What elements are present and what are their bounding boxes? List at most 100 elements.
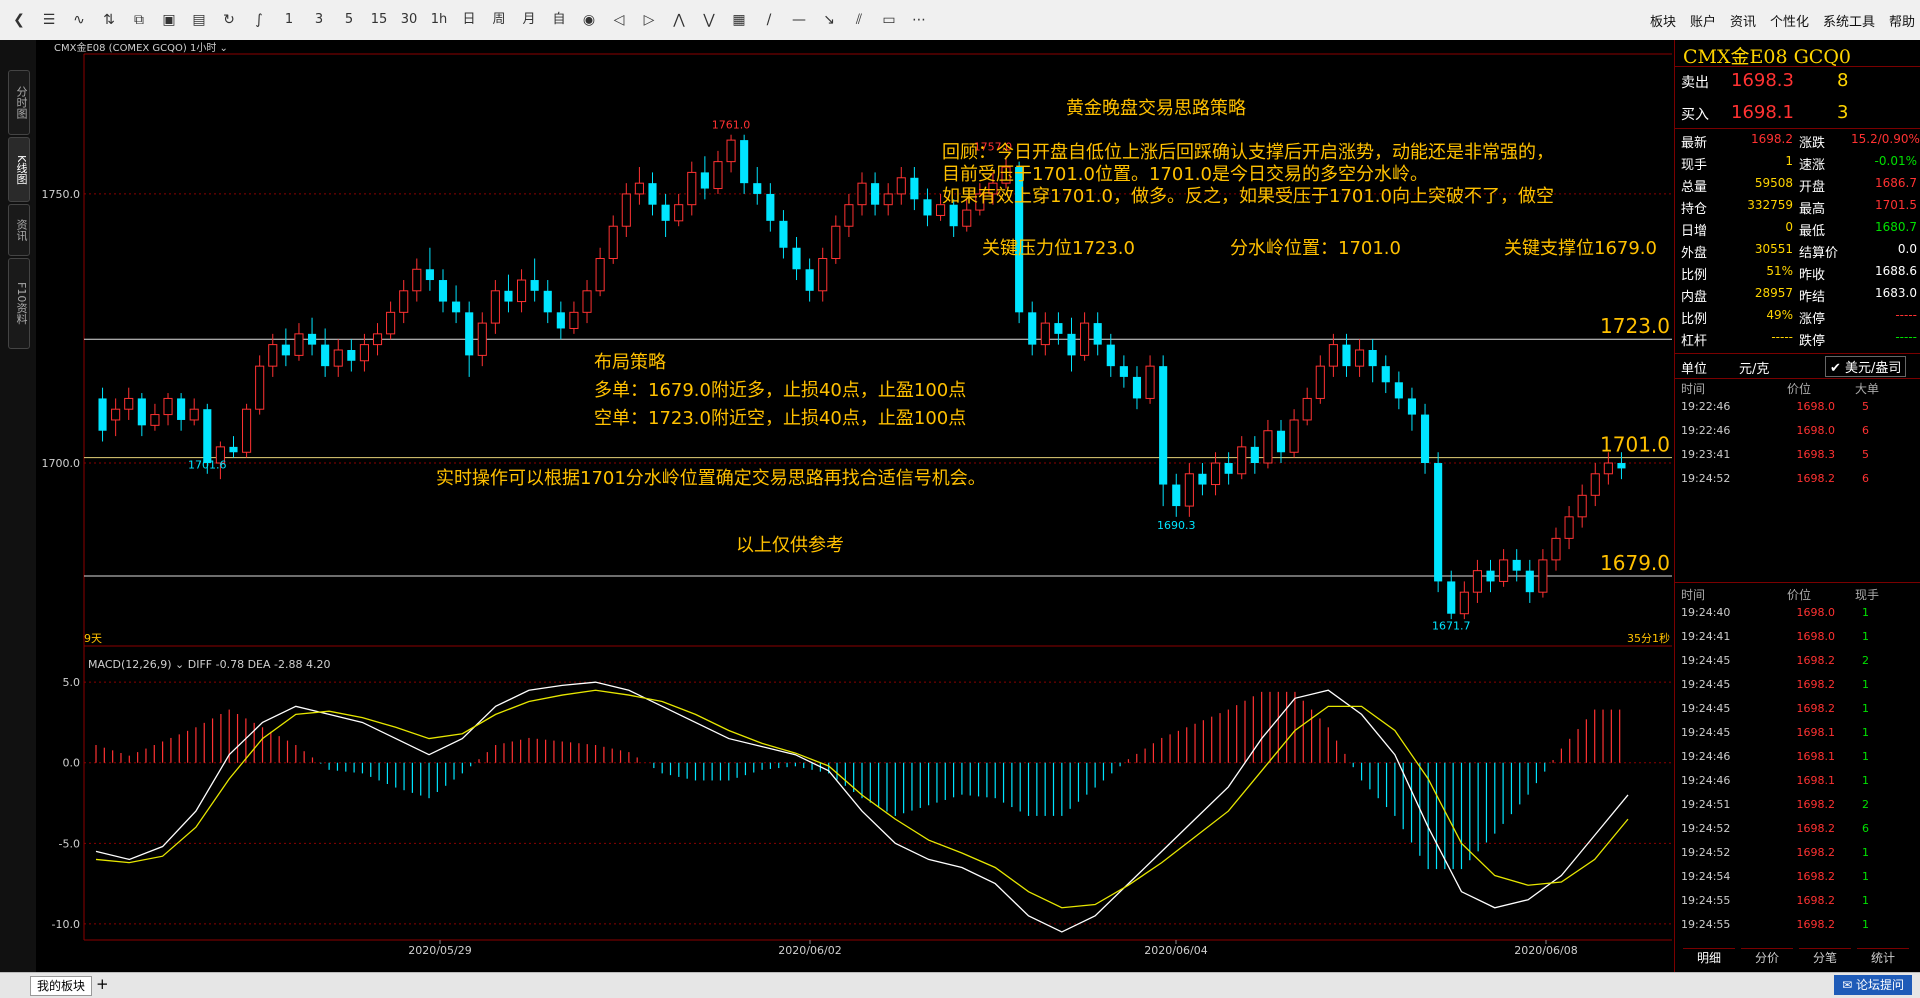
annotation-title: 黄金晚盘交易思路策略 (1066, 98, 1246, 119)
rect-icon[interactable]: ▭ (878, 10, 900, 30)
more-icon[interactable]: ⋯ (908, 10, 930, 30)
period-button-2[interactable]: 5 (338, 10, 360, 30)
menu-4[interactable]: 系统工具 (1823, 11, 1875, 30)
side-tab-1[interactable]: K线图 (8, 137, 30, 202)
period-button-4[interactable]: 30 (398, 10, 420, 30)
tick-time: 19:24:46 (1681, 750, 1731, 763)
indicator-icon[interactable]: ∫ (248, 10, 270, 30)
right-icon[interactable]: ▷ (638, 10, 660, 30)
ask-label: 卖出 (1681, 75, 1709, 91)
menu-5[interactable]: 帮助 (1889, 11, 1915, 30)
big-volume: 6 (1862, 472, 1869, 485)
candle (753, 167, 762, 205)
tick-volume: 1 (1862, 774, 1869, 787)
big-volume: 5 (1862, 448, 1869, 461)
tick-price: 1698.2 (1796, 654, 1836, 667)
menu-1[interactable]: 账户 (1690, 11, 1716, 30)
tick-price: 1698.0 (1796, 606, 1836, 619)
ask-volume: 8 (1837, 70, 1849, 91)
period-button-0[interactable]: 1 (278, 10, 300, 30)
candle (163, 393, 173, 426)
period-button-3[interactable]: 15 (368, 10, 390, 30)
layout-icon[interactable]: ▦ (728, 10, 750, 30)
menu-0[interactable]: 板块 (1650, 11, 1676, 30)
eye-icon[interactable]: ◉ (578, 10, 600, 30)
add-tab-button[interactable]: + (96, 975, 109, 993)
candle (1434, 452, 1443, 593)
detail-tab-0[interactable]: 明细 (1683, 948, 1735, 967)
stat-value: ----- (1771, 330, 1793, 344)
compare-icon[interactable]: ⇅ (98, 10, 120, 30)
list-icon[interactable]: ☰ (38, 10, 60, 30)
candle (111, 398, 121, 437)
macd-histogram (95, 691, 1621, 870)
period-button-9[interactable]: 自 (548, 10, 570, 30)
hline-icon[interactable]: — (788, 10, 810, 30)
tick-volume: 6 (1862, 822, 1869, 835)
my-sector-tab[interactable]: 我的板块 (30, 976, 93, 996)
tick-volume: 1 (1862, 918, 1869, 931)
arrow-icon[interactable]: ↘ (818, 10, 840, 30)
detail-tab-1[interactable]: 分价 (1741, 948, 1793, 967)
refresh-icon[interactable]: ↻ (218, 10, 240, 30)
candle (857, 172, 867, 216)
detail-tab-2[interactable]: 分笔 (1799, 948, 1851, 967)
stat-value: 1680.7 (1875, 220, 1917, 234)
candle (1080, 312, 1090, 361)
period-button-1[interactable]: 3 (308, 10, 330, 30)
stat-value: 332759 (1747, 198, 1793, 212)
parallel-icon[interactable]: ⫽ (848, 10, 870, 30)
candle (268, 333, 278, 377)
unit-cny[interactable]: 元/克 (1739, 358, 1769, 377)
candle (281, 328, 290, 367)
menu-3[interactable]: 个性化 (1770, 11, 1809, 30)
back-icon[interactable]: ❮ (8, 10, 30, 30)
zoom-out-icon[interactable]: ⋁ (698, 10, 720, 30)
tick-volume: 1 (1862, 846, 1869, 859)
candle (595, 247, 605, 297)
stat-value: 59508 (1754, 176, 1793, 190)
candle (1093, 312, 1102, 356)
period-button-7[interactable]: 周 (488, 10, 510, 30)
line-icon[interactable]: ∿ (68, 10, 90, 30)
trendline-icon[interactable]: / (758, 10, 780, 30)
candle (137, 393, 146, 437)
save-icon[interactable]: ▤ (188, 10, 210, 30)
big-volume: 6 (1862, 424, 1869, 437)
candle (1420, 403, 1430, 474)
period-button-5[interactable]: 1h (428, 10, 450, 30)
candle (465, 301, 474, 377)
detail-tab-3[interactable]: 统计 (1857, 948, 1909, 967)
stat-label: 开盘 (1799, 180, 1826, 195)
candle (700, 156, 709, 200)
chart-header (36, 40, 1674, 54)
bid-volume: 3 (1837, 102, 1849, 123)
zoom-in-icon[interactable]: ⋀ (668, 10, 690, 30)
chart-area[interactable]: CMX金E08 (COMEX GCQO) 1小时 ⌄ 1750.0 1700.0 17… (36, 40, 1674, 972)
annotation-strategy: 布局策略 (594, 352, 666, 373)
side-tab-0[interactable]: 分时图 (8, 70, 30, 135)
candle (844, 193, 854, 237)
side-tab-2[interactable]: 资讯 (8, 204, 30, 256)
candle (582, 280, 592, 324)
candle (386, 301, 396, 340)
menu-2[interactable]: 资讯 (1730, 11, 1756, 30)
candle (1538, 549, 1548, 598)
period-button-8[interactable]: 月 (518, 10, 540, 30)
forum-button[interactable]: ✉ 论坛提问 (1834, 975, 1912, 995)
candle (1184, 463, 1194, 517)
stat-label: 昨收 (1799, 268, 1826, 283)
candle (818, 247, 828, 302)
candle (608, 215, 618, 264)
level-label: 1679.0 (1600, 551, 1670, 575)
candle (1302, 387, 1312, 426)
stack-icon[interactable]: ⧉ (128, 10, 150, 30)
unit-usd[interactable]: ✔ 美元/盎司 (1825, 356, 1907, 377)
stat-value: 1688.6 (1875, 264, 1917, 278)
stat-value: 30551 (1754, 242, 1793, 256)
panel-icon[interactable]: ▣ (158, 10, 180, 30)
period-button-6[interactable]: 日 (458, 10, 480, 30)
side-tab-3[interactable]: F10资料 (8, 258, 30, 349)
left-icon[interactable]: ◁ (608, 10, 630, 30)
candle (399, 280, 409, 324)
